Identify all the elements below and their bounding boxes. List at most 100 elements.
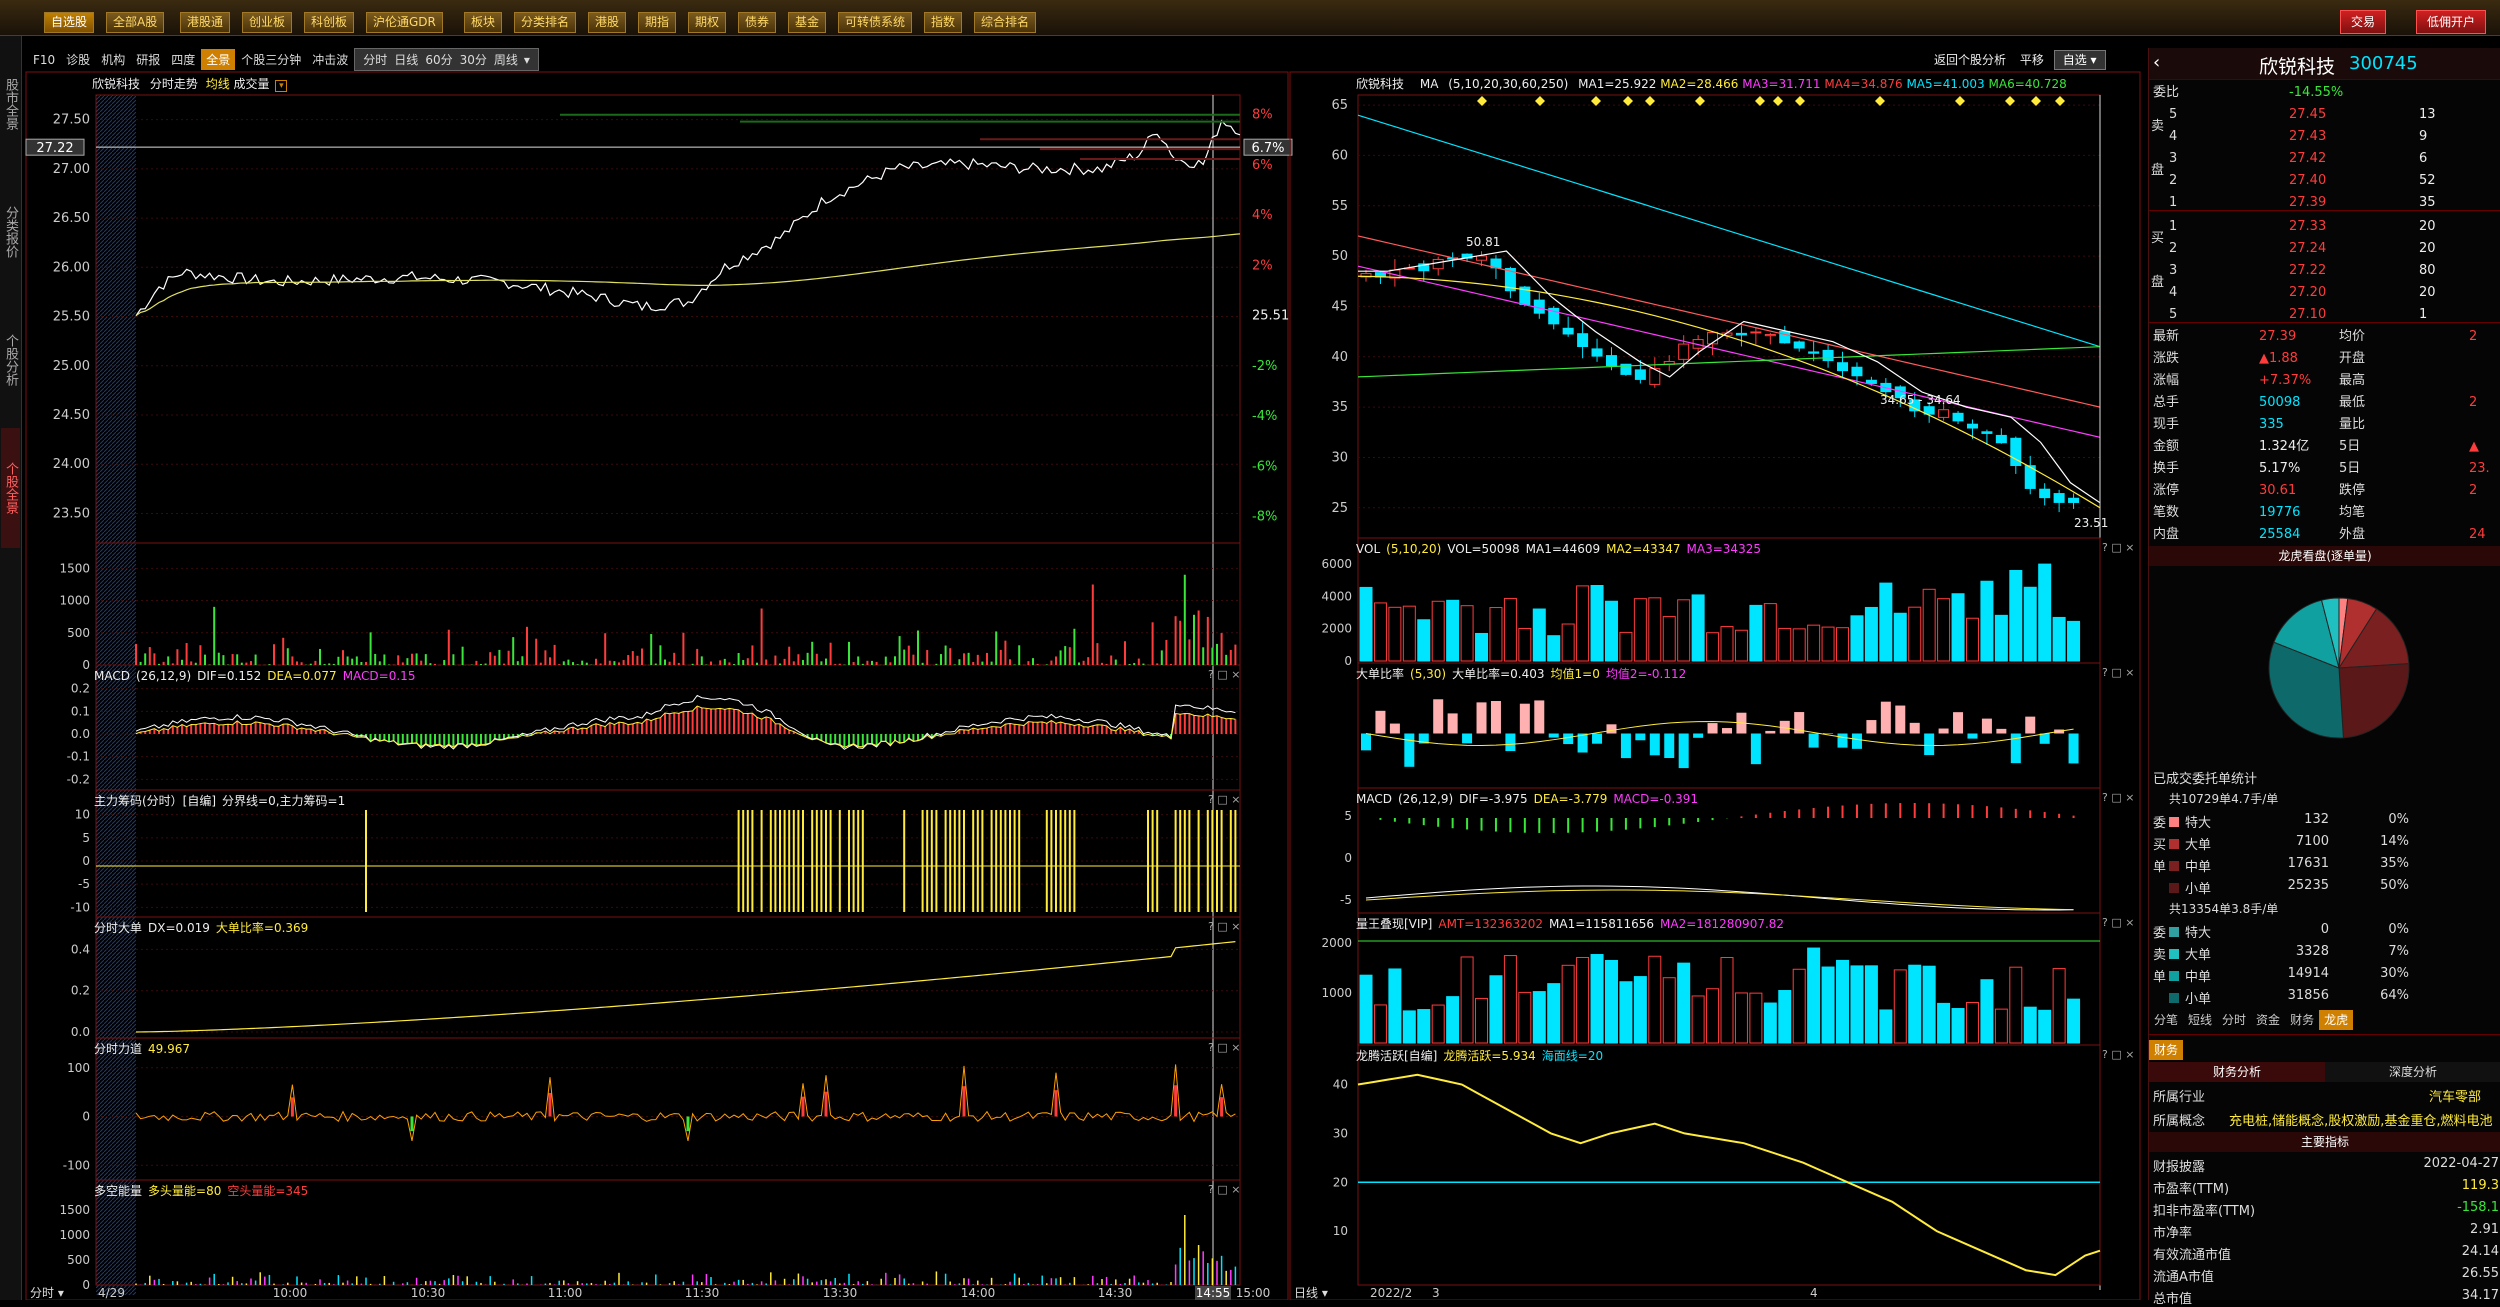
bigratio-bar: [1448, 713, 1458, 733]
buy-orders-pct-1: 14%: [2369, 834, 2409, 849]
kvol-bar: [1663, 617, 1675, 661]
dragon-title-part-2: 海面线=20: [1542, 1049, 1603, 1063]
kline-footer[interactable]: 日线 ▾: [1294, 1286, 1328, 1300]
finance-tab[interactable]: 财务: [2149, 1040, 2183, 1060]
time-tick: 13:30: [823, 1286, 858, 1300]
finance-value-2: -158.1: [2399, 1200, 2499, 1215]
amount-bar: [1504, 956, 1516, 1043]
amount-bar: [1692, 996, 1704, 1043]
finance-divider: [2149, 1034, 2500, 1035]
force-title-part-1: 49.967: [148, 1042, 190, 1056]
finance-label-0: 财报披露: [2153, 1156, 2205, 1175]
pct-tick: 6%: [1252, 158, 1273, 173]
kvol-bar: [1779, 628, 1791, 661]
force-window-icons[interactable]: ? □ ×: [1208, 1041, 1240, 1054]
candle-body: [1736, 333, 1746, 335]
toolbar-right-button-1[interactable]: 低佣开户: [2416, 10, 2486, 34]
bigratio-bar: [1967, 734, 1977, 739]
quote-panel: ‹ 欣锐科技 300745 委比-14.55%527.4513427.43932…: [2148, 48, 2500, 1300]
bottom-tab-3[interactable]: 资金: [2251, 1010, 2285, 1030]
amount-window-icons[interactable]: ? □ ×: [2102, 916, 2134, 929]
current-pct-text: 6.7%: [1251, 141, 1284, 156]
kvol-bar: [1938, 599, 1950, 661]
buy-orders-side-0: 委: [2153, 812, 2166, 831]
bigratio-title-part-0: 大单比率: [1356, 667, 1404, 681]
dragon-title-part-0: 龙腾活跃[自编]: [1356, 1049, 1437, 1063]
bigorder-window-icons[interactable]: ? □ ×: [1208, 920, 1240, 933]
buy-orders-swatch-3: [2169, 883, 2179, 893]
candle-body: [1838, 363, 1848, 371]
bigorder-tick: 0.4: [71, 942, 90, 956]
amount-title-part-2: MA1=115811656: [1549, 917, 1654, 931]
macd-window-icons[interactable]: ? □ ×: [1208, 668, 1240, 681]
finance-subtab-right[interactable]: 深度分析: [2325, 1062, 2500, 1082]
kmacd-title: MACD(26,12,9)DIF=-3.975DEA=-3.779MACD=-0…: [1356, 790, 1704, 808]
finance-subtab-left[interactable]: 财务分析: [2149, 1062, 2325, 1082]
sell-orders-pct-0: 0%: [2369, 922, 2409, 937]
stat-row-5-cell-1: 1.324亿: [2259, 436, 2309, 458]
kvol-bar: [1750, 605, 1762, 661]
chips-tick: 10: [75, 808, 90, 822]
bottom-tab-5[interactable]: 龙虎: [2319, 1010, 2353, 1030]
sell-orders-vol-3: 31856: [2269, 988, 2329, 1003]
buy-side-2-cell-0: 盘: [2151, 272, 2164, 294]
price-tick: 24.50: [53, 408, 90, 423]
bigratio-bar: [1462, 734, 1472, 744]
bottom-tab-2[interactable]: 分时: [2217, 1010, 2251, 1030]
kvol-bar: [1793, 629, 1805, 661]
sell-side-2-cell-0: 盘: [2151, 160, 2164, 182]
stat-row-8-cell-0: 笔数: [2153, 502, 2179, 524]
macd-tick: 0.1: [71, 704, 90, 718]
finance-label-3: 市净率: [2153, 1222, 2192, 1241]
bigratio-bar: [1404, 734, 1414, 767]
buy-orders-vol-3: 25235: [2269, 878, 2329, 893]
intraday-footer[interactable]: 分时 ▾: [30, 1286, 64, 1300]
kvol-tick: 0: [1344, 654, 1352, 668]
dragon-title: 龙腾活跃[自编]龙腾活跃=5.934海面线=20: [1356, 1047, 1609, 1065]
energy-window-icons[interactable]: ? □ ×: [1208, 1183, 1240, 1196]
bottom-tab-4[interactable]: 财务: [2285, 1010, 2319, 1030]
dragon-window-icons[interactable]: ? □ ×: [2102, 1048, 2134, 1061]
bigratio-window-icons[interactable]: ? □ ×: [2102, 666, 2134, 679]
kmacd-window-icons[interactable]: ? □ ×: [2102, 791, 2134, 804]
vol-tick: 500: [67, 626, 90, 640]
left-chart-frame: [26, 72, 1288, 1300]
chips-window-icons[interactable]: ? □ ×: [1208, 793, 1240, 806]
book-divider-2: [2149, 322, 2500, 323]
finance-value-4: 24.14: [2399, 1244, 2499, 1259]
force-title: 分时力道49.967: [94, 1040, 196, 1058]
candle-body: [2040, 489, 2050, 497]
kvol-bar: [1678, 600, 1690, 661]
sell-orders-vol-1: 3328: [2269, 944, 2329, 959]
bigratio-title-part-4: 均值2=-0.112: [1606, 667, 1686, 681]
back-arrow-icon[interactable]: ‹: [2153, 52, 2160, 73]
chart-canvas[interactable]: 27.5027.0026.5026.0025.5025.0024.5024.00…: [0, 0, 2148, 1300]
candle-body: [1477, 256, 1487, 260]
kvol-tick: 2000: [1321, 622, 1352, 636]
bigratio-bar: [1751, 734, 1761, 765]
kline-price-tick: 35: [1331, 400, 1348, 415]
stat-row-2-cell-1: +7.37%: [2259, 370, 2311, 392]
bottom-tab-0[interactable]: 分笔: [2149, 1010, 2183, 1030]
kvol-bar: [1476, 633, 1488, 661]
quote-header: ‹ 欣锐科技 300745: [2149, 48, 2500, 80]
finance-label-6: 总市值: [2153, 1288, 2192, 1307]
sell-orders-swatch-1: [2169, 949, 2179, 959]
amount-bar: [1476, 998, 1488, 1043]
amount-bar: [1995, 1009, 2007, 1043]
buy-orders-swatch-0: [2169, 817, 2179, 827]
price-tick: 27.50: [53, 113, 90, 128]
stat-row-8-cell-2: 均笔: [2339, 502, 2365, 524]
buy-side-1: 买: [2149, 228, 2500, 250]
pie-wrap: [2149, 568, 2500, 766]
amount-bar: [1678, 963, 1690, 1043]
bigratio-bar: [1809, 734, 1819, 748]
buy-orders-type-1: 大单: [2185, 834, 2211, 853]
kvol-bar: [1519, 628, 1531, 661]
bigratio-bar: [1708, 723, 1718, 733]
macd-tick: -0.2: [67, 772, 90, 786]
toolbar-right-button-0[interactable]: 交易: [2340, 10, 2386, 34]
bottom-tab-1[interactable]: 短线: [2183, 1010, 2217, 1030]
signal-diamond: [1535, 96, 1545, 106]
kvol-window-icons[interactable]: ? □ ×: [2102, 541, 2134, 554]
